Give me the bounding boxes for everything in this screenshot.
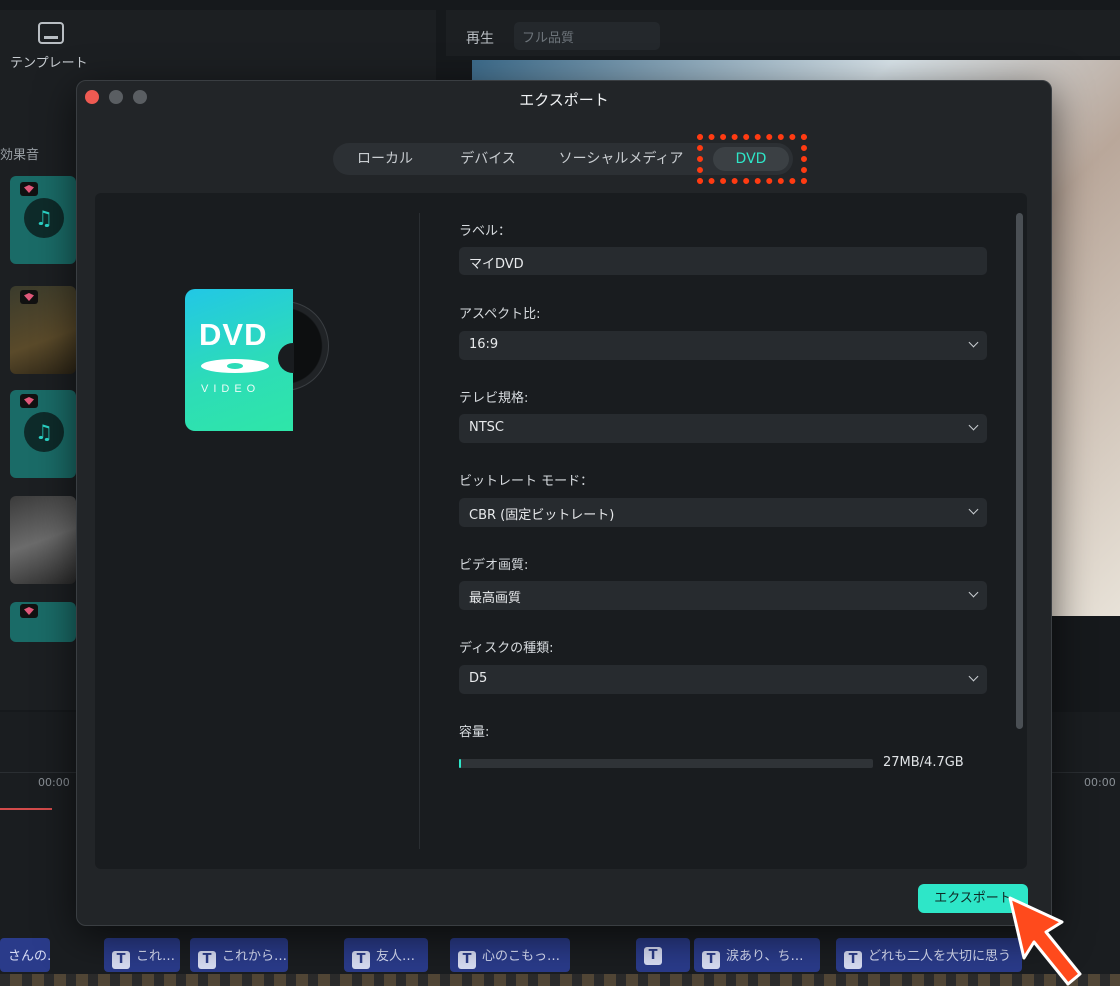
- video-filmstrip: [0, 974, 1120, 986]
- play-label: 再生: [466, 31, 494, 47]
- text-clip-icon: T: [198, 951, 216, 969]
- text-clip-icon: T: [844, 951, 862, 969]
- music-note-icon: ♫: [24, 198, 64, 238]
- capacity-label: 容量:: [459, 725, 490, 740]
- music-note-icon: ♫: [24, 412, 64, 452]
- premium-gem-icon: [20, 182, 38, 196]
- quality-select[interactable]: フル品質: [514, 22, 660, 50]
- panel-divider: [419, 213, 420, 849]
- dvd-label-input[interactable]: マイDVD: [459, 247, 987, 275]
- timecode: 00:00: [1084, 776, 1116, 789]
- tab-local[interactable]: ローカル: [333, 143, 437, 175]
- pointer-arrow-annotation: [1008, 896, 1082, 986]
- tab-dvd[interactable]: DVD: [713, 147, 789, 171]
- premium-gem-icon: [20, 604, 38, 618]
- caption-clip[interactable]: さんの…: [0, 938, 50, 972]
- caption-text: 心のこもっ…: [482, 949, 561, 964]
- settings-scrollbar[interactable]: [1016, 213, 1023, 729]
- caption-clip[interactable]: T これから…: [190, 938, 288, 972]
- chevron-down-icon: [968, 504, 979, 515]
- dialog-title: エクスポート: [519, 91, 609, 109]
- caption-text: これ…: [136, 949, 176, 964]
- caption-clip[interactable]: T 涙あり、ち…: [694, 938, 820, 972]
- dvd-logo: DVD VIDEO: [185, 289, 345, 439]
- caption-text: さんの…: [8, 949, 50, 964]
- timecode: 00:00: [38, 776, 70, 789]
- dvd-sleeve: DVD VIDEO: [185, 289, 294, 431]
- chevron-down-icon: [968, 587, 979, 598]
- tv-standard-select[interactable]: NTSC: [459, 414, 987, 443]
- tab-social-media[interactable]: ソーシャルメディア: [539, 143, 703, 175]
- chevron-down-icon: [968, 671, 979, 682]
- tab-device[interactable]: デバイス: [437, 143, 539, 175]
- disc-type-value: D5: [469, 671, 488, 686]
- tv-standard-label: テレビ規格:: [459, 391, 529, 406]
- effects-label[interactable]: 効果音: [0, 144, 39, 163]
- capacity-value: 27MB/4.7GB: [883, 755, 964, 770]
- bitrate-mode-label: ビットレート モード：: [459, 474, 594, 489]
- chevron-down-icon: [968, 337, 979, 348]
- playhead-marker: [0, 808, 52, 810]
- text-clip-icon: T: [112, 951, 130, 969]
- caption-clip[interactable]: T: [636, 938, 690, 972]
- logo-dvd-text: DVD: [199, 317, 268, 352]
- text-clip-icon: T: [702, 951, 720, 969]
- bitrate-mode-value: CBR (固定ビットレート): [469, 508, 615, 523]
- label-field-label: ラベル：: [459, 224, 512, 239]
- video-quality-label: ビデオ画質:: [459, 558, 529, 573]
- caption-clip[interactable]: T どれも二人を大切に思う: [836, 938, 1022, 972]
- disc-type-label: ディスクの種類:: [459, 641, 554, 656]
- disc-type-select[interactable]: D5: [459, 665, 987, 694]
- audio-thumbnail[interactable]: [10, 496, 76, 584]
- caption-clip[interactable]: T 心のこもっ…: [450, 938, 570, 972]
- capacity-bar: [459, 759, 873, 768]
- aspect-ratio-select[interactable]: 16:9: [459, 331, 987, 360]
- template-label[interactable]: テンプレート: [10, 52, 88, 71]
- caption-text: どれも二人を大切に思う: [868, 949, 1012, 964]
- bitrate-mode-select[interactable]: CBR (固定ビットレート): [459, 498, 987, 527]
- premium-gem-icon: [20, 290, 38, 304]
- tv-standard-value: NTSC: [469, 420, 504, 435]
- video-quality-value: 最高画質: [469, 591, 522, 606]
- template-icon[interactable]: [38, 22, 64, 44]
- logo-disc-mark: [201, 359, 269, 373]
- capacity-bar-fill: [459, 759, 462, 768]
- export-dialog: エクスポート ローカル デバイス ソーシャルメディア DVD DVD VIDEO…: [76, 80, 1052, 926]
- export-tabs: ローカル デバイス ソーシャルメディア DVD: [333, 143, 793, 175]
- text-clip-icon: T: [644, 947, 662, 965]
- aspect-ratio-label: アスペクト比:: [459, 307, 541, 322]
- text-clip-icon: T: [352, 951, 370, 969]
- caption-clip[interactable]: T 友人…: [344, 938, 428, 972]
- text-clip-icon: T: [458, 951, 476, 969]
- aspect-ratio-value: 16:9: [469, 337, 499, 352]
- caption-text: 涙あり、ち…: [726, 949, 804, 964]
- caption-text: これから…: [222, 949, 288, 964]
- video-quality-select[interactable]: 最高画質: [459, 581, 987, 610]
- logo-video-text: VIDEO: [201, 383, 261, 395]
- caption-text: 友人…: [376, 949, 416, 964]
- settings-panel: DVD VIDEO ラベル： マイDVD アスペクト比: 16:9 テレビ規格:…: [95, 193, 1027, 869]
- chevron-down-icon: [968, 420, 979, 431]
- premium-gem-icon: [20, 394, 38, 408]
- caption-clip[interactable]: T これ…: [104, 938, 180, 972]
